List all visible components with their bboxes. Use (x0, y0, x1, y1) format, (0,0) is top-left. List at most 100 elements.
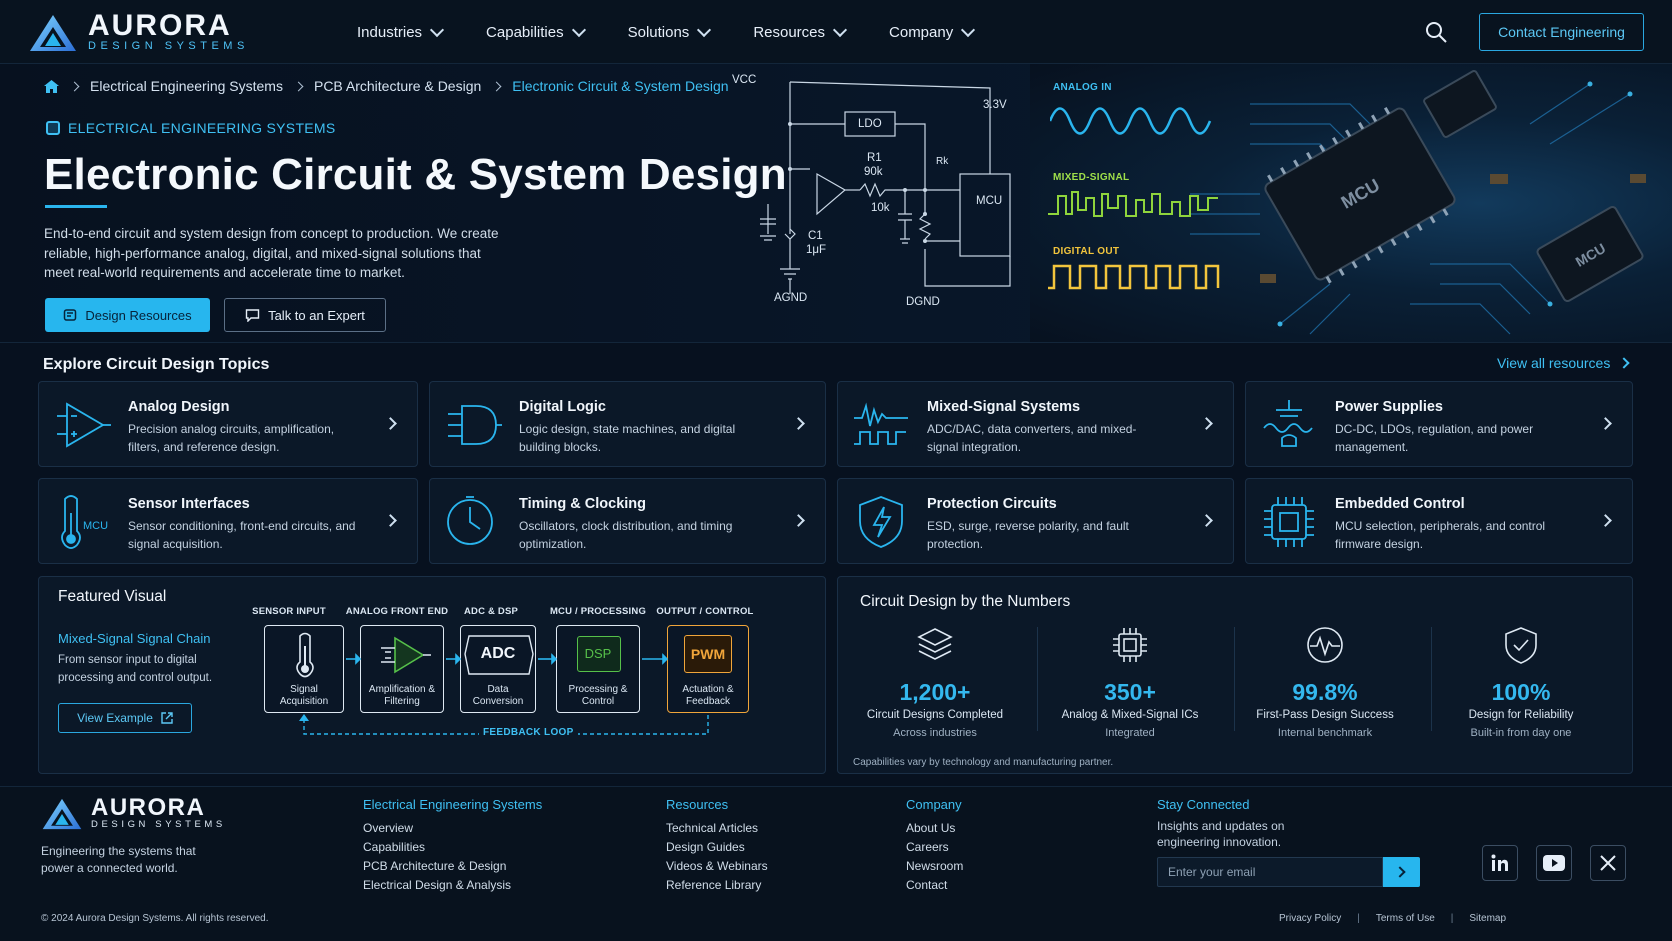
card-description: ADC/DAC, data converters, and mixed-sign… (927, 422, 1137, 454)
footer-link[interactable]: Videos & Webinars (666, 857, 768, 876)
chip-icon (1113, 628, 1147, 662)
chevron-right-icon (1618, 357, 1631, 369)
hero-section: MCU MCU Electrical Engineering Systems P… (0, 64, 1672, 343)
thermometer-icon: MCU (61, 495, 108, 549)
contact-engineering-button[interactable]: Contact Engineering (1479, 13, 1644, 51)
stay-connected: Stay Connected Insights and updates on e… (1157, 797, 1307, 850)
footer-link[interactable]: Design Guides (666, 838, 768, 857)
footer-column-title: Electrical Engineering Systems (363, 797, 543, 812)
stat-sub: Across industries (893, 727, 977, 739)
footer-logo[interactable]: AURORA DESIGN SYSTEMS (41, 794, 226, 831)
nav-company[interactable]: Company (889, 22, 976, 41)
card-description: ESD, surge, reverse polarity, and fault … (927, 519, 1129, 551)
youtube-icon (1543, 855, 1565, 871)
hero-description: End-to-end circuit and system design fro… (44, 226, 499, 280)
stat-sub: Built-in from day one (1470, 727, 1572, 739)
nav-label: Industries (357, 23, 423, 41)
footer-link[interactable]: Technical Articles (666, 819, 768, 838)
footer-link[interactable]: Newsroom (906, 857, 963, 876)
card-title: Power Supplies (1335, 399, 1443, 415)
numbers-panel: Circuit Design by the Numbers 1,200+ Cir… (837, 576, 1633, 774)
email-submit-button[interactable] (1383, 857, 1420, 887)
signal-flow-arrows (299, 653, 709, 735)
topic-card-embedded-control[interactable]: Embedded Control MCU selection, peripher… (1245, 478, 1633, 564)
stat-sub: Integrated (1105, 727, 1155, 739)
footer-tagline: Engineering the systems that power a con… (41, 844, 196, 875)
youtube-button[interactable] (1536, 845, 1572, 881)
copyright: © 2024 Aurora Design Systems. All rights… (41, 913, 269, 924)
topic-card-protection-circuits[interactable]: Protection Circuits ESD, surge, reverse … (837, 478, 1234, 564)
footer-link[interactable]: Contact (906, 876, 963, 895)
card-description: Sensor conditioning, front-end circuits,… (128, 519, 356, 551)
breadcrumb-current: Electronic Circuit & System Design (512, 78, 729, 94)
breadcrumb-item[interactable]: Electrical Engineering Systems (90, 78, 283, 94)
schematic-label: LDO (858, 118, 882, 130)
logic-gate-icon (448, 405, 502, 445)
stat-label: Analog & Mixed-Signal ICs (1061, 709, 1199, 721)
footer-link[interactable]: Overview (363, 819, 542, 838)
privacy-policy-link[interactable]: Privacy Policy (1279, 913, 1341, 924)
footer-link[interactable]: Careers (906, 838, 963, 857)
main-nav: Industries Capabilities Solutions Resour… (357, 0, 976, 64)
card-description: Precision analog circuits, amplification… (128, 422, 335, 454)
resources-icon (64, 309, 77, 321)
feedback-loop-label: FEEDBACK LOOP (479, 727, 578, 738)
brand-tagline: DESIGN SYSTEMS (91, 819, 226, 830)
card-description: DC-DC, LDOs, regulation, and power manag… (1335, 422, 1534, 454)
separator: | (1357, 913, 1360, 924)
brand-logo[interactable]: AURORA DESIGN SYSTEMS (28, 11, 249, 53)
footer-link[interactable]: Electrical Design & Analysis (363, 876, 542, 895)
sitemap-link[interactable]: Sitemap (1469, 913, 1506, 924)
card-description: Oscillators, clock distribution, and tim… (519, 519, 733, 551)
brand-name: AURORA (91, 794, 206, 821)
topic-card-power-supplies[interactable]: Power Supplies DC-DC, LDOs, regulation, … (1245, 381, 1633, 467)
mixed-signal-wave (1048, 191, 1218, 217)
design-resources-button[interactable]: Design Resources (45, 298, 210, 332)
legal-links: Privacy Policy | Terms of Use | Sitemap (1279, 913, 1506, 924)
chip-icon (1264, 497, 1314, 547)
title-underline (45, 205, 107, 208)
wave-label-mixed: MIXED-SIGNAL (1053, 172, 1130, 183)
nav-label: Solutions (627, 23, 690, 41)
nav-industries[interactable]: Industries (357, 22, 445, 41)
shield-check-icon (1505, 627, 1537, 664)
schematic-label: R1 (867, 152, 882, 164)
op-amp-icon (57, 402, 111, 448)
footer-link[interactable]: Capabilities (363, 838, 542, 857)
footer-link[interactable]: Reference Library (666, 876, 768, 895)
linkedin-button[interactable] (1482, 845, 1518, 881)
power-supply-icon (1263, 400, 1313, 447)
chevron-down-icon (961, 22, 976, 37)
chevron-right-icon (384, 417, 397, 430)
nav-resources[interactable]: Resources (753, 22, 848, 41)
x-icon (1600, 855, 1616, 871)
aurora-logo-icon (30, 14, 76, 51)
email-input[interactable] (1157, 857, 1383, 887)
topic-card-analog-design[interactable]: Analog Design Precision analog circuits,… (38, 381, 418, 467)
search-icon[interactable] (1424, 20, 1448, 44)
nav-label: Company (889, 23, 954, 41)
chevron-down-icon (429, 22, 445, 37)
talk-to-expert-button[interactable]: Talk to an Expert (224, 298, 386, 332)
link-label: View all resources (1497, 355, 1611, 371)
topic-card-timing-clocking[interactable]: Timing & Clocking Oscillators, clock dis… (429, 478, 826, 564)
separator: | (1450, 913, 1454, 924)
schematic-label: Rk (936, 156, 949, 167)
wave-label-digital: DIGITAL OUT (1053, 246, 1120, 257)
terms-of-use-link[interactable]: Terms of Use (1376, 913, 1435, 924)
topic-card-digital-logic[interactable]: Digital Logic Logic design, state machin… (429, 381, 826, 467)
footer-link[interactable]: PCB Architecture & Design (363, 857, 542, 876)
hero-eyebrow: ELECTRICAL ENGINEERING SYSTEMS (46, 120, 336, 136)
topic-card-sensor-interfaces[interactable]: MCU Sensor Interfaces Sensor conditionin… (38, 478, 418, 564)
topic-card-mixed-signal[interactable]: Mixed-Signal Systems ADC/DAC, data conve… (837, 381, 1234, 467)
view-all-resources-link[interactable]: View all resources (1497, 355, 1631, 371)
nav-solutions[interactable]: Solutions (627, 22, 712, 41)
x-button[interactable] (1590, 845, 1626, 881)
nav-capabilities[interactable]: Capabilities (486, 22, 586, 41)
footer-link[interactable]: About Us (906, 819, 963, 838)
home-icon[interactable] (44, 79, 59, 93)
stat-label: First-Pass Design Success (1256, 709, 1394, 721)
stat-sub: Internal benchmark (1277, 727, 1373, 739)
stat-value: 350+ (1104, 679, 1156, 705)
breadcrumb-item[interactable]: PCB Architecture & Design (314, 78, 481, 94)
